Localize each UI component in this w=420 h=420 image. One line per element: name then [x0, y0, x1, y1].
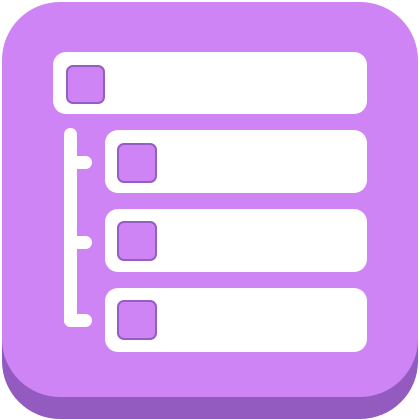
tree-branch-2 [64, 236, 92, 249]
checkbox-icon [117, 143, 157, 183]
hierarchy-list-icon [2, 2, 418, 419]
child-row-1 [105, 130, 367, 193]
checkbox-icon [117, 300, 157, 340]
tree-branch-3 [64, 314, 92, 327]
child-row-2 [105, 209, 367, 272]
parent-row [53, 52, 367, 114]
tree-branch-1 [64, 156, 92, 169]
app-icon [0, 0, 420, 420]
checkbox-icon [117, 221, 157, 261]
checkbox-icon [66, 65, 105, 104]
child-row-3 [105, 288, 367, 352]
